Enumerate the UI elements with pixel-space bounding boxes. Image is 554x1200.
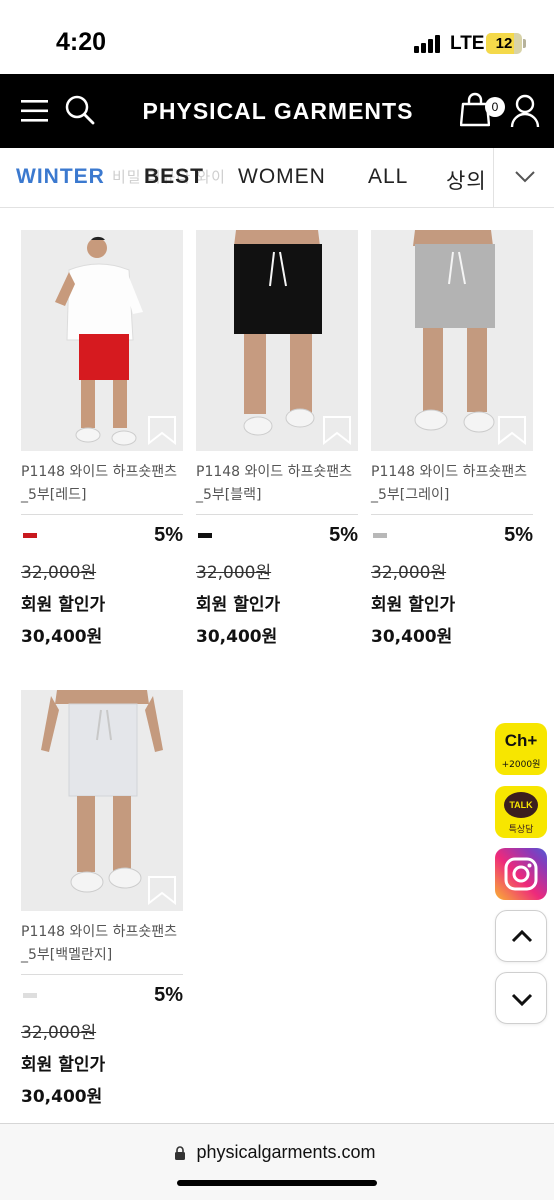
product-image[interactable]	[371, 230, 533, 451]
product-name[interactable]: P1148 와이드 하프숏팬츠_5부[블랙]	[196, 461, 358, 507]
card-divider	[21, 974, 183, 975]
scroll-top-button[interactable]	[495, 910, 547, 962]
original-price: 32,000원	[21, 1023, 97, 1043]
card-divider	[371, 514, 533, 515]
card-divider	[196, 514, 358, 515]
color-swatch	[198, 533, 212, 538]
bookmark-icon[interactable]	[497, 415, 527, 445]
product-name[interactable]: P1148 와이드 하프숏팬츠_5부[레드]	[21, 461, 183, 507]
sale-price: 30,400원	[196, 627, 278, 647]
product-name[interactable]: P1148 와이드 하프숏팬츠_5부[그레이]	[371, 461, 533, 507]
kakao-channel-button[interactable]: Ch+ +2000원	[495, 723, 547, 775]
color-swatch	[23, 533, 37, 538]
site-header: PHYSICAL GARMENTS	[0, 74, 554, 148]
color-swatch	[373, 533, 387, 538]
battery-tip	[523, 39, 526, 48]
member-price-label: 회원 할인가	[371, 595, 456, 615]
instagram-button[interactable]	[495, 848, 547, 900]
product-name[interactable]: P1148 와이드 하프숏팬츠_5부[백멜란지]	[21, 921, 183, 967]
discount-rate: 5%	[329, 524, 358, 546]
chevron-down-icon	[511, 993, 533, 1007]
kakao-talk-button[interactable]: TALK 특상담	[495, 786, 547, 838]
product-card[interactable]: P1148 와이드 하프숏팬츠_5부[백멜란지] 5% 32,000원 회원 할…	[21, 690, 183, 1120]
battery-level: 12	[495, 35, 513, 52]
url-text[interactable]: physicalgarments.com	[0, 1142, 554, 1163]
user-icon[interactable]	[510, 94, 540, 128]
network-type: LTE	[450, 33, 485, 54]
bookmark-icon[interactable]	[322, 415, 352, 445]
category-best[interactable]: BEST	[144, 165, 204, 189]
talk-label: TALK	[504, 792, 538, 818]
category-all[interactable]: ALL	[368, 165, 408, 189]
product-card[interactable]: P1148 와이드 하프숏팬츠_5부[레드] 5% 32,000원 회원 할인가…	[21, 230, 183, 660]
category-nav: 비밀 러규다 와이 WINTER BEST WOMEN ALL 상의	[0, 148, 554, 208]
category-expand-button[interactable]	[493, 148, 554, 207]
member-price-label: 회원 할인가	[21, 595, 106, 615]
discount-rate: 5%	[504, 524, 533, 546]
channel-label: Ch+	[504, 731, 538, 750]
chevron-up-icon	[511, 929, 533, 943]
original-price: 32,000원	[371, 563, 447, 583]
status-time: 4:20	[56, 28, 107, 56]
original-price: 32,000원	[196, 563, 272, 583]
sale-price: 30,400원	[371, 627, 453, 647]
browser-url-bar[interactable]: physicalgarments.com	[0, 1123, 554, 1200]
original-price: 32,000원	[21, 563, 97, 583]
product-image[interactable]	[21, 230, 183, 451]
member-price-label: 회원 할인가	[196, 595, 281, 615]
instagram-icon	[504, 857, 538, 891]
sale-price: 30,400원	[21, 1087, 103, 1107]
channel-sub-label: +2000원	[501, 760, 541, 770]
scroll-bottom-button[interactable]	[495, 972, 547, 1024]
discount-rate: 5%	[154, 524, 183, 546]
bookmark-icon[interactable]	[147, 415, 177, 445]
member-price-label: 회원 할인가	[21, 1055, 106, 1075]
brand-logo[interactable]: PHYSICAL GARMENTS	[110, 74, 446, 148]
product-card[interactable]: P1148 와이드 하프숏팬츠_5부[그레이] 5% 32,000원 회원 할인…	[371, 230, 533, 660]
talk-sub-label: 특상담	[508, 825, 534, 835]
category-winter[interactable]: WINTER	[16, 165, 105, 189]
product-image[interactable]	[196, 230, 358, 451]
color-swatch	[23, 993, 37, 998]
signal-icon	[414, 35, 444, 53]
status-bar: 4:20 LTE 12	[0, 0, 554, 74]
category-women[interactable]: WOMEN	[238, 165, 326, 189]
bookmark-icon[interactable]	[147, 875, 177, 905]
discount-rate: 5%	[154, 984, 183, 1006]
product-card[interactable]: P1148 와이드 하프숏팬츠_5부[블랙] 5% 32,000원 회원 할인가…	[196, 230, 358, 660]
search-icon[interactable]	[64, 94, 96, 126]
cart-count-badge: 0	[485, 97, 505, 117]
card-divider	[21, 514, 183, 515]
chevron-down-icon	[515, 171, 535, 183]
menu-icon[interactable]	[20, 98, 50, 124]
product-image[interactable]	[21, 690, 183, 911]
category-tops[interactable]: 상의	[446, 165, 487, 195]
sale-price: 30,400원	[21, 627, 103, 647]
battery-icon: 12	[486, 33, 522, 54]
home-indicator[interactable]	[177, 1180, 377, 1186]
